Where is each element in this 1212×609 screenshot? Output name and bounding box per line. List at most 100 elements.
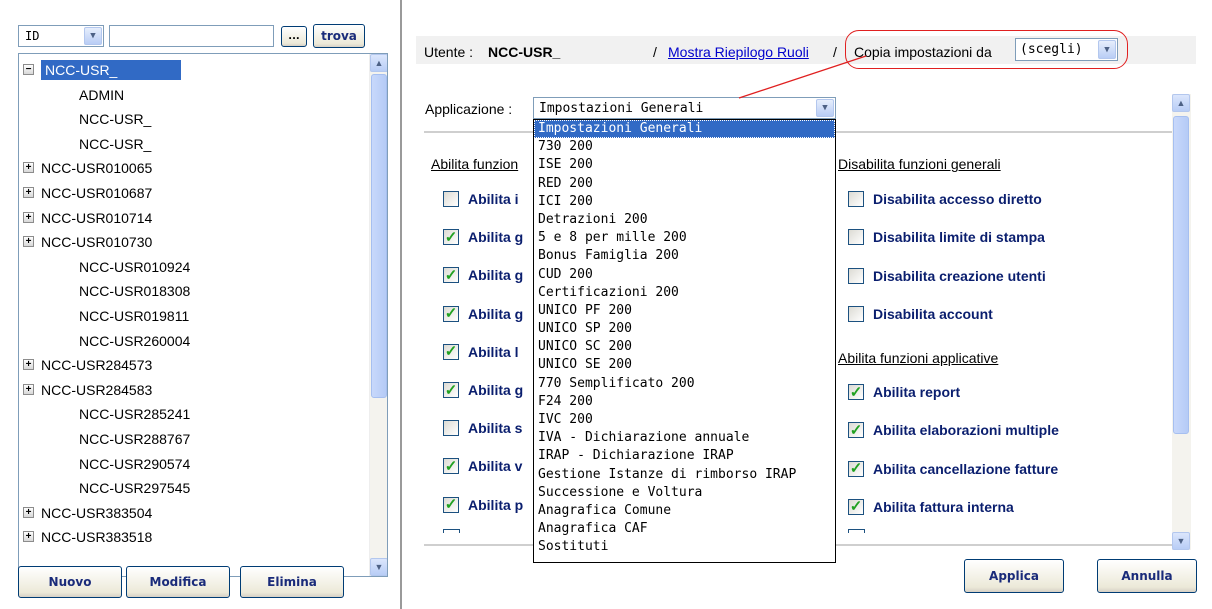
- checkbox-row[interactable]: ✓ Abilita cancellazione fatture: [848, 459, 1058, 479]
- checkbox[interactable]: ✓: [848, 384, 864, 400]
- dropdown-option[interactable]: Bonus Famiglia 200: [534, 247, 835, 265]
- chevron-down-icon[interactable]: ▼: [816, 99, 834, 117]
- checkbox[interactable]: [443, 529, 460, 533]
- dropdown-option[interactable]: CUD 200: [534, 266, 835, 284]
- dropdown-option[interactable]: Anagrafica Comune: [534, 502, 835, 520]
- edit-button[interactable]: Modifica: [126, 566, 230, 598]
- checkmark-icon: ✓: [444, 496, 458, 514]
- dropdown-option[interactable]: Successione e Voltura: [534, 484, 835, 502]
- content-scrollbar[interactable]: ▲ ▼: [1172, 94, 1191, 550]
- checkbox-row[interactable]: Disabilita limite di stampa: [848, 227, 1045, 247]
- tree-item-label: NCC-USR010924: [79, 258, 191, 275]
- dropdown-option[interactable]: ICI 200: [534, 193, 835, 211]
- checkbox-row[interactable]: Disabilita account: [848, 304, 993, 324]
- dropdown-option[interactable]: Sostituti: [534, 538, 835, 556]
- dropdown-option[interactable]: 730 200: [534, 138, 835, 156]
- checkbox-row[interactable]: ✓ Abilita p: [443, 495, 523, 515]
- find-button[interactable]: trova: [313, 24, 365, 48]
- dropdown-option[interactable]: Anagrafica CAF: [534, 520, 835, 538]
- checkbox[interactable]: ✓: [443, 343, 459, 361]
- checkbox-row[interactable]: ✓ Abilita l: [443, 342, 519, 362]
- scroll-up-icon[interactable]: ▲: [370, 54, 387, 72]
- checkbox[interactable]: ✓: [443, 382, 459, 398]
- dropdown-option[interactable]: UNICO PF 200: [534, 302, 835, 320]
- checkbox-row[interactable]: Disabilita accesso diretto: [848, 189, 1042, 209]
- checkbox[interactable]: ✓: [443, 496, 459, 514]
- checkbox[interactable]: ✓: [443, 267, 459, 284]
- browse-button[interactable]: ...: [281, 26, 307, 47]
- checkbox-label: Abilita report: [873, 384, 961, 400]
- checkbox-row[interactable]: Disabilita creazione utenti: [848, 266, 1046, 286]
- scroll-thumb[interactable]: [1173, 116, 1189, 434]
- scroll-down-icon[interactable]: ▼: [1172, 532, 1190, 550]
- checkbox-row[interactable]: Abilita i: [443, 189, 519, 209]
- plus-icon[interactable]: +: [23, 506, 34, 518]
- checkbox[interactable]: ✓: [443, 305, 459, 322]
- checkbox[interactable]: ✓: [443, 458, 459, 475]
- pane-divider[interactable]: [400, 0, 402, 609]
- checkbox-row[interactable]: ✓ Abilita report: [848, 382, 960, 402]
- dropdown-option[interactable]: UNICO SE 200: [534, 356, 835, 374]
- checkmark-icon: ✓: [444, 343, 458, 361]
- application-select[interactable]: Impostazioni Generali ▼: [533, 97, 836, 119]
- checkbox-row[interactable]: ✓ Abilita g: [443, 380, 523, 400]
- dropdown-option[interactable]: RED 200: [534, 175, 835, 193]
- dropdown-option[interactable]: Impostazioni Generali: [534, 120, 835, 139]
- dropdown-option[interactable]: Certificazioni 200: [534, 284, 835, 302]
- checkbox-row[interactable]: ✓ Abilita g: [443, 304, 523, 324]
- checkbox[interactable]: [848, 305, 864, 322]
- tree-root-label[interactable]: NCC-USR_: [41, 60, 182, 80]
- roles-summary-link[interactable]: Mostra Riepilogo Ruoli: [668, 44, 809, 60]
- tree-item-label: NCC-USR018308: [79, 283, 191, 300]
- checkbox[interactable]: [443, 420, 459, 437]
- dropdown-option[interactable]: UNICO SC 200: [534, 338, 835, 356]
- apply-button[interactable]: Applica: [964, 559, 1064, 593]
- dropdown-option[interactable]: 770 Semplificato 200: [534, 375, 835, 393]
- plus-icon[interactable]: +: [23, 211, 34, 223]
- dropdown-option[interactable]: F24 200: [534, 393, 835, 411]
- dropdown-option[interactable]: 5 e 8 per mille 200: [534, 229, 835, 247]
- checkbox[interactable]: [443, 191, 459, 207]
- plus-icon[interactable]: +: [23, 531, 34, 543]
- scroll-up-icon[interactable]: ▲: [1172, 94, 1190, 112]
- plus-icon[interactable]: +: [23, 359, 34, 371]
- checkbox[interactable]: [848, 191, 864, 207]
- checkbox[interactable]: ✓: [848, 422, 864, 439]
- plus-icon[interactable]: +: [23, 383, 34, 395]
- cancel-button[interactable]: Annulla: [1097, 559, 1197, 593]
- checkbox[interactable]: [848, 267, 864, 284]
- scroll-thumb[interactable]: [371, 74, 387, 398]
- scroll-down-icon[interactable]: ▼: [370, 558, 387, 576]
- search-input[interactable]: [109, 25, 274, 47]
- checkbox-row[interactable]: Abilita s: [443, 418, 522, 438]
- plus-icon[interactable]: +: [23, 236, 34, 248]
- dropdown-option[interactable]: IVC 200: [534, 411, 835, 429]
- checkbox-row[interactable]: ✓ Abilita g: [443, 265, 523, 285]
- search-field-select[interactable]: ID ▼: [18, 25, 104, 47]
- minus-icon[interactable]: −: [23, 64, 34, 75]
- dropdown-option[interactable]: UNICO SP 200: [534, 320, 835, 338]
- checkbox[interactable]: [848, 529, 865, 533]
- tree-scrollbar[interactable]: ▲ ▼: [369, 54, 387, 576]
- dropdown-option[interactable]: Detrazioni 200: [534, 211, 835, 229]
- checkbox[interactable]: ✓: [443, 229, 459, 246]
- checkbox-label: Disabilita account: [873, 305, 993, 322]
- plus-icon[interactable]: +: [23, 187, 34, 198]
- new-button[interactable]: Nuovo: [18, 566, 122, 598]
- dropdown-option[interactable]: IVA - Dichiarazione annuale: [534, 429, 835, 447]
- chevron-down-icon[interactable]: ▼: [84, 27, 102, 45]
- checkbox[interactable]: [848, 229, 864, 246]
- checkbox-row[interactable]: ✓ Abilita v: [443, 456, 522, 476]
- delete-button[interactable]: Elimina: [240, 566, 344, 598]
- dropdown-option[interactable]: ISE 200: [534, 156, 835, 174]
- checkbox[interactable]: ✓: [848, 498, 864, 515]
- checkbox[interactable]: ✓: [848, 460, 864, 477]
- checkbox-row[interactable]: ✓ Abilita elaborazioni multiple: [848, 420, 1059, 440]
- application-dropdown-list[interactable]: Impostazioni Generali 730 200 ISE 200 RED 2…: [533, 119, 836, 563]
- checkbox-row[interactable]: ✓ Abilita fattura interna: [848, 497, 1014, 517]
- checkbox-label: Abilita g: [468, 229, 524, 246]
- plus-icon[interactable]: +: [23, 162, 34, 174]
- dropdown-option[interactable]: Gestione Istanze di rimborso IRAP: [534, 466, 835, 484]
- checkbox-row[interactable]: ✓ Abilita g: [443, 227, 523, 247]
- dropdown-option[interactable]: IRAP - Dichiarazione IRAP: [534, 447, 835, 465]
